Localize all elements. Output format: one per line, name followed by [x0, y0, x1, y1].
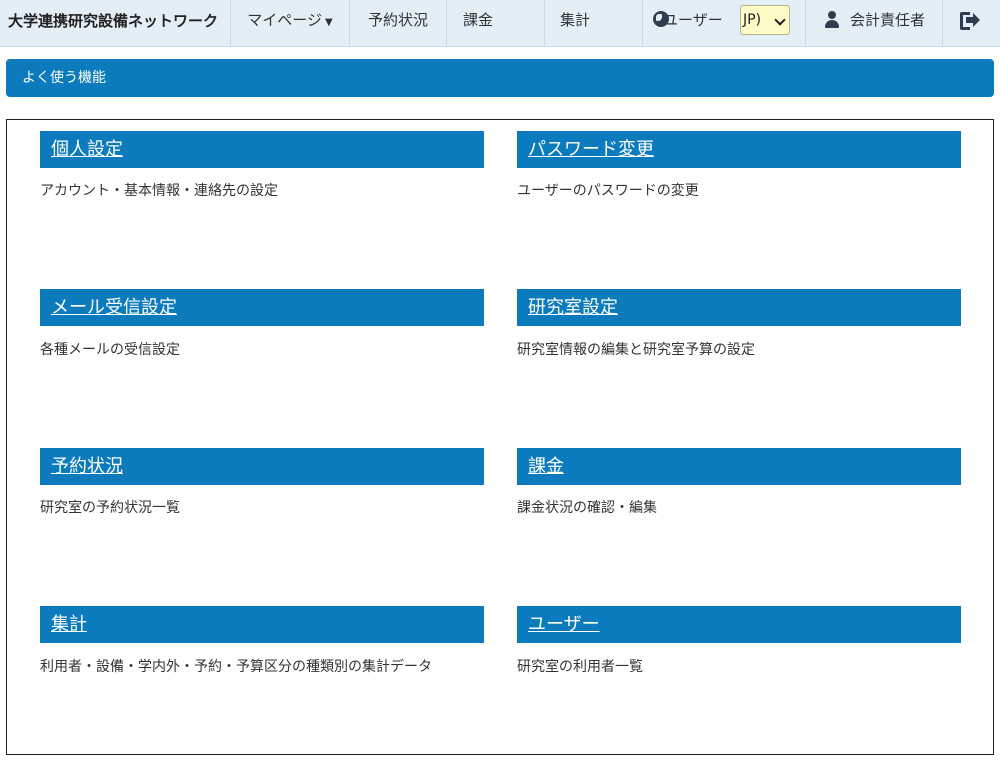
- personal-settings-link[interactable]: 個人設定: [51, 139, 123, 160]
- user-icon: [824, 11, 840, 29]
- top-navbar: 大学連携研究設備ネットワーク マイページ ▼ 予約状況 課金 集計 ユーザー JP…: [0, 0, 1000, 47]
- card-desc-personal-settings: アカウント・基本情報・連絡先の設定: [40, 183, 278, 199]
- card-title-summary: 集計: [40, 606, 484, 643]
- section-header: よく使う機能: [6, 59, 994, 97]
- nav-users[interactable]: ユーザー: [642, 0, 740, 46]
- globe-icon: [653, 11, 669, 27]
- language-select[interactable]: JP): [740, 5, 790, 35]
- nav-summary[interactable]: 集計: [544, 0, 642, 46]
- card-title-password-change: パスワード変更: [517, 131, 961, 168]
- billing-link[interactable]: 課金: [528, 456, 564, 477]
- section-title: よく使う機能: [22, 70, 106, 86]
- summary-link[interactable]: 集計: [51, 614, 87, 635]
- card-desc-users: 研究室の利用者一覧: [517, 659, 643, 675]
- language-select-value: JP): [743, 12, 762, 28]
- logout-icon: [960, 12, 980, 30]
- card-desc-reservation-status: 研究室の予約状況一覧: [40, 500, 180, 516]
- nav-mypage-label: マイページ: [247, 11, 322, 29]
- card-title-mail-settings: メール受信設定: [40, 289, 484, 326]
- card-desc-summary: 利用者・設備・学内外・予約・予算区分の種類別の集計データ: [40, 659, 432, 675]
- card-title-users: ユーザー: [517, 606, 961, 643]
- logout-button[interactable]: [942, 0, 1000, 46]
- caret-down-icon: ▼: [325, 17, 333, 28]
- password-change-link[interactable]: パスワード変更: [528, 139, 654, 160]
- nav-account[interactable]: 会計責任者: [805, 0, 942, 46]
- nav-billing-label: 課金: [463, 11, 494, 29]
- lab-settings-link[interactable]: 研究室設定: [528, 297, 618, 318]
- chevron-down-icon: [774, 14, 786, 26]
- nav-reservation-status[interactable]: 予約状況: [349, 0, 446, 46]
- nav-billing[interactable]: 課金: [446, 0, 544, 46]
- card-title-lab-settings: 研究室設定: [517, 289, 961, 326]
- nav-summary-label: 集計: [560, 11, 591, 29]
- nav-mypage[interactable]: マイページ ▼: [230, 0, 349, 46]
- card-title-reservation-status: 予約状況: [40, 448, 484, 485]
- nav-reservation-status-label: 予約状況: [367, 11, 428, 29]
- card-desc-password-change: ユーザーのパスワードの変更: [517, 183, 699, 199]
- card-title-personal-settings: 個人設定: [40, 131, 484, 168]
- nav-account-label: 会計責任者: [850, 11, 926, 29]
- feature-panel: 個人設定 アカウント・基本情報・連絡先の設定 パスワード変更 ユーザーのパスワー…: [6, 119, 994, 755]
- reservation-status-link[interactable]: 予約状況: [51, 456, 123, 477]
- nav-users-label: ユーザー: [663, 11, 723, 29]
- card-title-billing: 課金: [517, 448, 961, 485]
- card-desc-billing: 課金状況の確認・編集: [517, 500, 657, 516]
- mail-settings-link[interactable]: メール受信設定: [51, 297, 177, 318]
- users-link[interactable]: ユーザー: [528, 614, 600, 635]
- card-desc-lab-settings: 研究室情報の編集と研究室予算の設定: [517, 342, 755, 358]
- brand-title[interactable]: 大学連携研究設備ネットワーク: [8, 0, 218, 46]
- card-desc-mail-settings: 各種メールの受信設定: [40, 342, 180, 358]
